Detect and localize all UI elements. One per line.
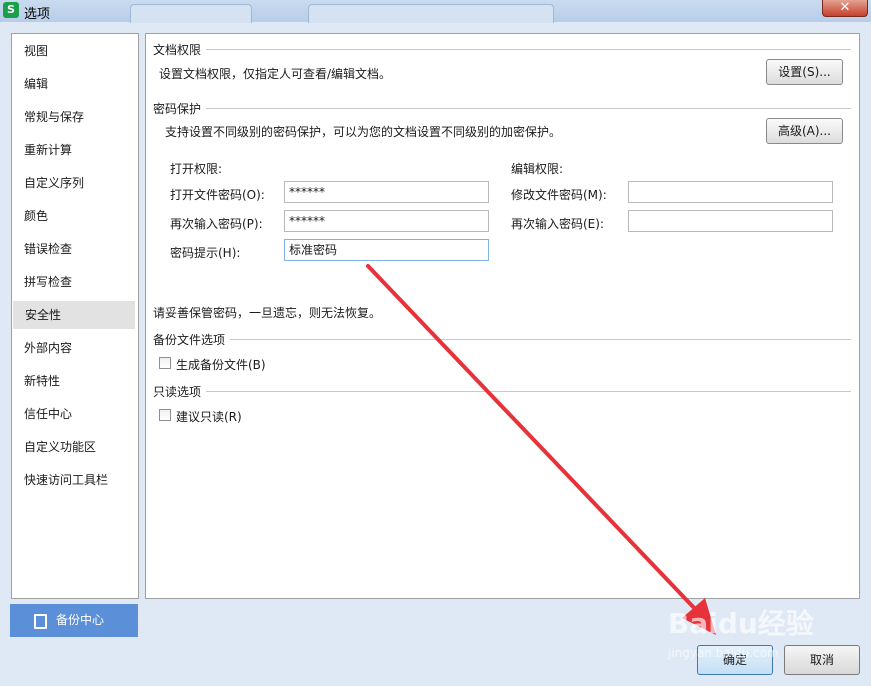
sidebar-item-error-check[interactable]: 错误检查 <box>12 235 134 263</box>
advanced-button[interactable]: 高级(A)... <box>766 118 843 144</box>
doc-permission-title: 文档权限 <box>153 43 202 57</box>
sidebar-item-general-save[interactable]: 常规与保存 <box>12 103 134 131</box>
backup-center-button[interactable]: 备份中心 <box>10 604 138 637</box>
create-backup-label[interactable]: 生成备份文件(B) <box>176 356 266 373</box>
sidebar-item-external-content[interactable]: 外部内容 <box>12 334 134 362</box>
title-bar: S 选项 ✕ <box>0 0 871 23</box>
section-divider <box>206 49 851 50</box>
backup-icon <box>34 614 47 629</box>
sidebar-item-new-features[interactable]: 新特性 <box>12 367 134 395</box>
suggest-readonly-checkbox[interactable] <box>159 409 171 421</box>
suggest-readonly-label[interactable]: 建议只读(R) <box>176 408 242 425</box>
sidebar-item-edit[interactable]: 编辑 <box>12 70 134 98</box>
edit-permission-heading: 编辑权限: <box>511 162 564 176</box>
window-title: 选项 <box>24 7 51 22</box>
reenter-modify-password-label: 再次输入密码(E): <box>511 217 604 231</box>
cancel-button[interactable]: 取消 <box>784 645 860 675</box>
section-divider <box>230 339 851 340</box>
options-sidebar: 视图 编辑 常规与保存 重新计算 自定义序列 颜色 错误检查 拼写检查 安全性 … <box>11 33 139 599</box>
sidebar-item-trust-center[interactable]: 信任中心 <box>12 400 134 428</box>
section-divider <box>206 108 851 109</box>
background-tab <box>130 4 252 23</box>
backup-options-title: 备份文件选项 <box>153 333 226 347</box>
backup-center-label: 备份中心 <box>56 613 105 627</box>
sidebar-item-recalculate[interactable]: 重新计算 <box>12 136 134 164</box>
doc-permission-desc: 设置文档权限，仅指定人可查看/编辑文档。 <box>159 67 392 81</box>
security-settings-panel: 文档权限 设置文档权限，仅指定人可查看/编辑文档。 设置(S)... 密码保护 … <box>145 33 860 599</box>
sidebar-item-spell-check[interactable]: 拼写检查 <box>12 268 134 296</box>
sidebar-item-security[interactable]: 安全性 <box>13 301 135 329</box>
background-tab <box>308 4 554 23</box>
password-protection-desc: 支持设置不同级别的密码保护，可以为您的文档设置不同级别的加密保护。 <box>165 125 562 139</box>
readonly-options-title: 只读选项 <box>153 385 202 399</box>
reenter-open-password-label: 再次输入密码(P): <box>170 217 263 231</box>
password-hint-label: 密码提示(H): <box>170 246 241 260</box>
section-divider <box>206 391 851 392</box>
create-backup-checkbox[interactable] <box>159 357 171 369</box>
sidebar-item-colors[interactable]: 颜色 <box>12 202 134 230</box>
password-warning: 请妥善保管密码，一旦遗忘，则无法恢复。 <box>153 306 382 320</box>
sidebar-item-custom-ribbon[interactable]: 自定义功能区 <box>12 433 134 461</box>
sidebar-item-quick-access-toolbar[interactable]: 快速访问工具栏 <box>12 466 134 494</box>
open-password-field[interactable]: ****** <box>284 181 489 203</box>
modify-password-field[interactable] <box>628 181 833 203</box>
open-permission-heading: 打开权限: <box>170 162 223 176</box>
baidu-watermark-url: jingyan.baidu.com <box>668 646 779 660</box>
app-icon: S <box>3 2 19 18</box>
password-protection-title: 密码保护 <box>153 102 202 116</box>
sidebar-item-custom-lists[interactable]: 自定义序列 <box>12 169 134 197</box>
close-button[interactable]: ✕ <box>822 0 868 17</box>
modify-password-label: 修改文件密码(M): <box>511 188 607 202</box>
doc-permission-settings-button[interactable]: 设置(S)... <box>766 59 843 85</box>
password-hint-field[interactable]: 标准密码 <box>284 239 489 261</box>
open-password-label: 打开文件密码(O): <box>170 188 265 202</box>
sidebar-item-view[interactable]: 视图 <box>12 37 134 65</box>
reenter-open-password-field[interactable]: ****** <box>284 210 489 232</box>
baidu-watermark: Baidu经验 <box>668 607 814 640</box>
reenter-modify-password-field[interactable] <box>628 210 833 232</box>
